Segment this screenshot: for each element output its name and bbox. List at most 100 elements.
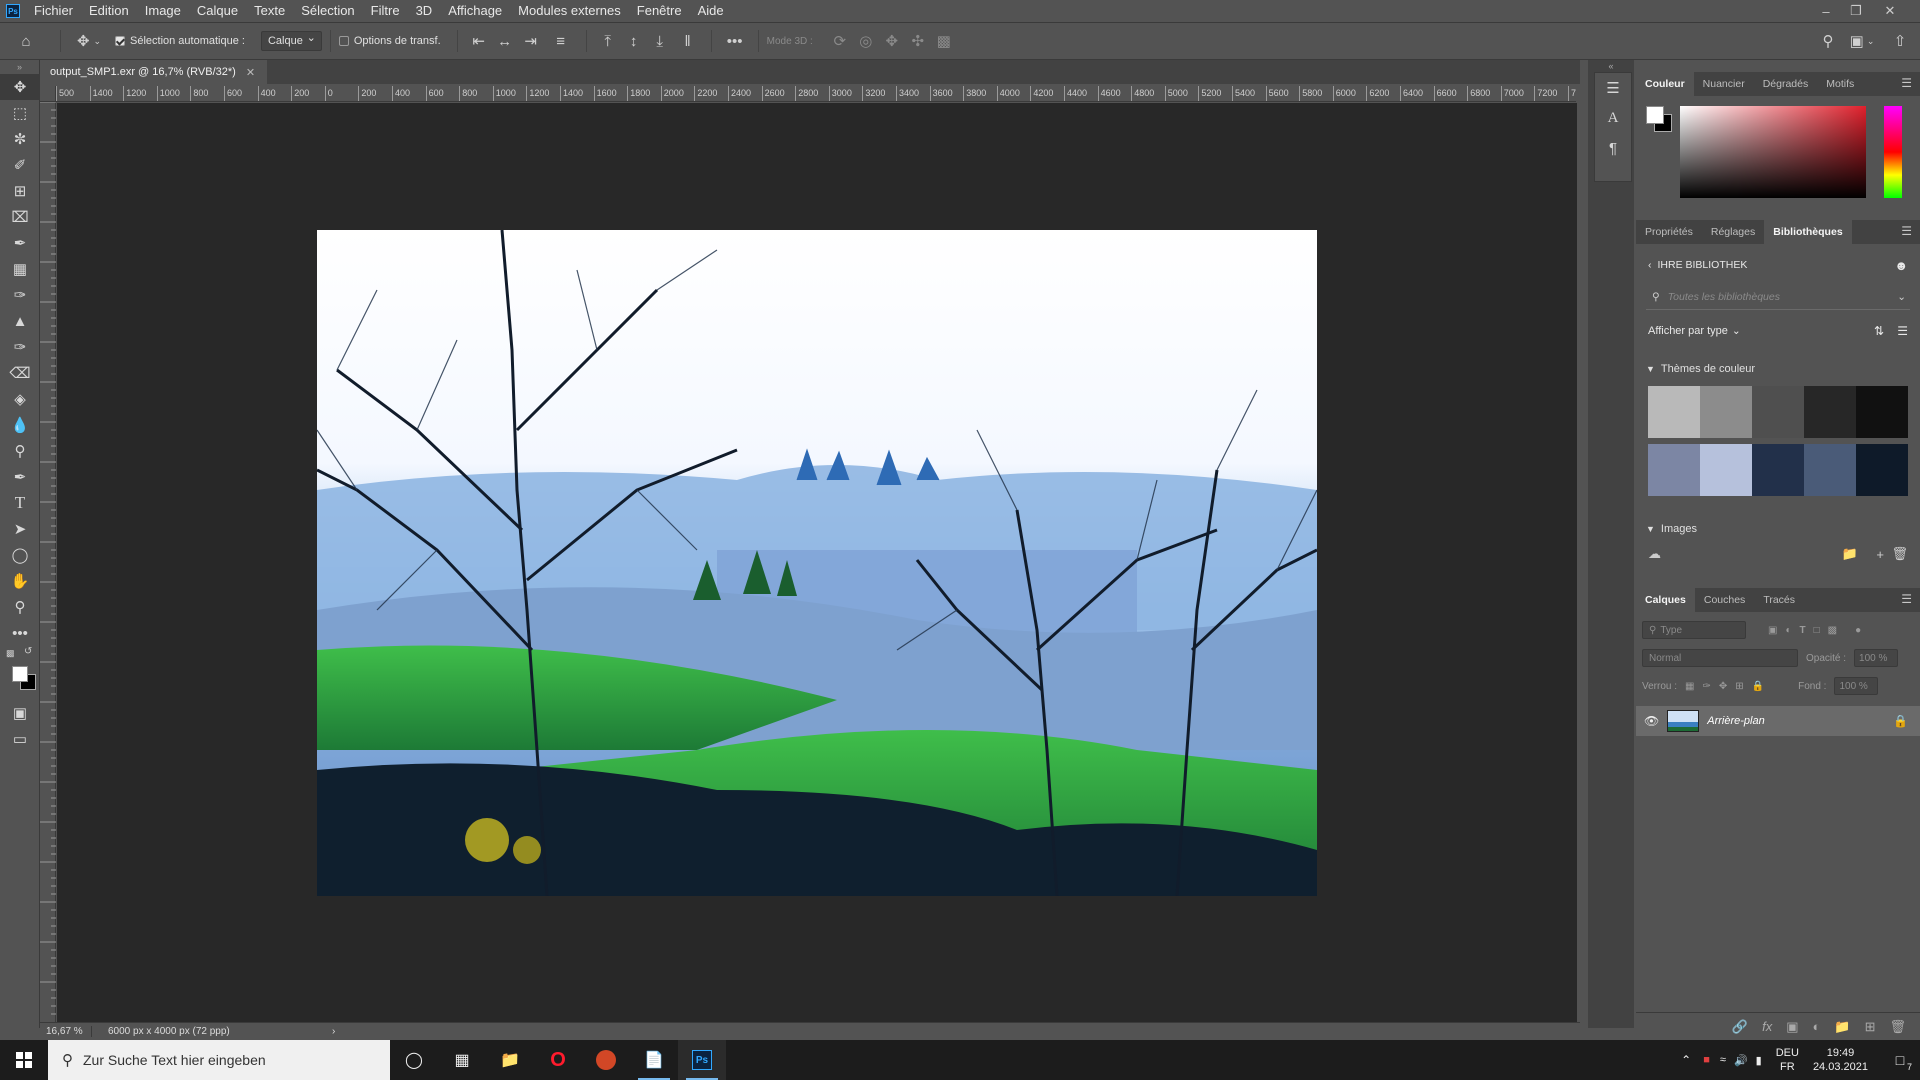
filter-pixel-icon[interactable]: ▣ [1768, 625, 1777, 636]
menu-selection[interactable]: Sélection [293, 0, 362, 22]
photoshop-taskbar-icon[interactable]: Ps [678, 1040, 726, 1080]
opacity-field[interactable]: 100 % [1854, 649, 1899, 667]
align-middle-v-icon[interactable]: ↕ [621, 28, 647, 54]
close-document-icon[interactable]: ✕ [246, 66, 255, 79]
align-bottom-icon[interactable]: ⤓ [647, 28, 673, 54]
align-left-icon[interactable]: ⇤ [466, 28, 492, 54]
hue-slider[interactable] [1884, 106, 1902, 198]
clone-stamp-tool-icon[interactable]: ▲ [0, 308, 40, 334]
notification-center-icon[interactable]: □ 7 [1880, 1040, 1920, 1080]
color-field[interactable] [1680, 106, 1866, 198]
images-header[interactable]: ▼ Images [1636, 516, 1920, 542]
auto-select-target-dropdown[interactable]: Calque [260, 29, 322, 51]
tab-nuancier[interactable]: Nuancier [1694, 72, 1754, 96]
minimize-icon[interactable]: – [1812, 0, 1840, 22]
filter-shape-icon[interactable]: □ [1814, 625, 1820, 636]
layer-filter-dropdown[interactable]: ⚲ Type [1642, 621, 1746, 639]
menu-image[interactable]: Image [137, 0, 189, 22]
panel-collapse-icon[interactable]: » [0, 60, 39, 74]
screen-mode-icon[interactable]: ▭ [0, 726, 40, 752]
type-tool-icon[interactable]: T [0, 490, 40, 516]
edit-toolbar-icon[interactable]: ••• [0, 620, 40, 646]
filter-toggle-icon[interactable]: ● [1855, 625, 1861, 636]
share-icon[interactable]: ⇧ [1888, 28, 1912, 54]
restore-icon[interactable]: ❐ [1842, 0, 1870, 22]
panel-menu-icon[interactable]: ☰ [1901, 76, 1912, 90]
quick-mask-icon[interactable]: ▣ [0, 700, 40, 726]
workspace-icon[interactable]: ▣ ⌄ [1846, 28, 1878, 54]
zoom-level[interactable]: 16,67 % [40, 1026, 92, 1037]
tab-couleur[interactable]: Couleur [1636, 72, 1694, 96]
library-search[interactable]: ⚲ Toutes les bibliothèques ⌄ [1646, 284, 1910, 310]
default-colors-icon[interactable]: ▩ [6, 648, 15, 659]
show-hidden-icons[interactable]: ⌃ [1681, 1053, 1691, 1067]
search-icon[interactable]: ⚲ [1816, 28, 1840, 54]
checkbox-checked-icon[interactable] [115, 36, 125, 46]
menu-modules-externes[interactable]: Modules externes [510, 0, 629, 22]
lock-position-icon[interactable]: ✥ [1719, 681, 1727, 692]
windows-start-icon[interactable] [0, 1040, 48, 1080]
character-panel-icon[interactable]: A [1595, 103, 1631, 133]
blend-mode-dropdown[interactable]: Normal [1642, 649, 1798, 667]
delete-layer-icon[interactable]: 🗑 [1889, 1019, 1906, 1035]
lock-transparency-icon[interactable]: ▦ [1685, 681, 1694, 692]
tab-motifs[interactable]: Motifs [1817, 72, 1863, 96]
clock[interactable]: 19:49 24.03.2021 [1813, 1046, 1868, 1074]
theme-swatch[interactable] [1856, 386, 1908, 438]
brush-tool-icon[interactable]: ✑ [0, 282, 40, 308]
move-tool-icon[interactable]: ✥ [0, 74, 40, 100]
status-menu-icon[interactable]: › [332, 1026, 335, 1037]
new-group-icon[interactable]: 📁 [1834, 1019, 1850, 1035]
tab-bibliotheques[interactable]: Bibliothèques [1764, 220, 1852, 244]
color-swatches[interactable]: ▩ ↺ [0, 646, 40, 700]
lasso-tool-icon[interactable]: ✼ [0, 126, 40, 152]
fx-icon[interactable]: fx [1762, 1019, 1772, 1034]
menu-calque[interactable]: Calque [189, 0, 246, 22]
theme-swatch[interactable] [1856, 444, 1908, 496]
sort-icon[interactable]: ⇅ [1874, 324, 1884, 338]
filter-smart-object-icon[interactable]: ▩ [1828, 625, 1837, 636]
quick-select-tool-icon[interactable]: ✐ [0, 152, 40, 178]
layer-row[interactable]: 👁 Arrière-plan 🔒 [1636, 706, 1920, 736]
theme-swatch[interactable] [1648, 444, 1700, 496]
auto-select-checkbox[interactable]: Sélection automatique : [115, 35, 245, 47]
panel-menu-icon[interactable]: ☰ [1901, 224, 1912, 238]
hand-tool-icon[interactable]: ✋ [0, 568, 40, 594]
task-view-icon[interactable]: ▦ [438, 1040, 486, 1080]
move-tool-preset-icon[interactable]: ✥ ⌄ [69, 28, 109, 54]
tab-proprietes[interactable]: Propriétés [1636, 220, 1702, 244]
theme-swatch[interactable] [1804, 444, 1856, 496]
crop-tool-icon[interactable]: ⊞ [0, 178, 40, 204]
tab-calques[interactable]: Calques [1636, 588, 1695, 612]
ellipse-tool-icon[interactable]: ◯ [0, 542, 40, 568]
panel-menu-icon[interactable]: ☰ [1901, 592, 1912, 606]
document-image[interactable] [317, 230, 1317, 896]
lock-paint-icon[interactable]: ✑ [1702, 681, 1710, 692]
volume-icon[interactable]: 🔊 [1734, 1054, 1748, 1067]
canvas-area[interactable] [57, 103, 1577, 1023]
trash-icon[interactable]: 🗑 [1891, 546, 1908, 562]
library-user-icon[interactable]: ☻ [1894, 258, 1908, 273]
cortana-icon[interactable]: ◯ [390, 1040, 438, 1080]
network-icon[interactable]: ≈ [1720, 1054, 1726, 1066]
more-options-icon[interactable]: ••• [720, 28, 750, 54]
tab-couches[interactable]: Couches [1695, 588, 1754, 612]
align-right-icon[interactable]: ⇥ [518, 28, 544, 54]
eyedropper-tool-icon[interactable]: ✒ [0, 230, 40, 256]
zoom-tool-icon[interactable]: ⚲ [0, 594, 40, 620]
history-panel-icon[interactable]: ☰ [1595, 73, 1631, 103]
foreground-color-swatch[interactable] [1646, 106, 1664, 124]
align-top-icon[interactable]: ⤒ [595, 28, 621, 54]
tab-degrades[interactable]: Dégradés [1754, 72, 1818, 96]
language-indicator[interactable]: DEU FR [1776, 1046, 1799, 1074]
chevron-down-icon[interactable]: ⌄ [1897, 291, 1906, 303]
checkbox-unchecked-icon[interactable] [338, 36, 349, 46]
eraser-tool-icon[interactable]: ⌫ [0, 360, 40, 386]
paint-bucket-tool-icon[interactable]: ◈ [0, 386, 40, 412]
eye-icon[interactable]: 👁 [1644, 714, 1659, 728]
frame-tool-icon[interactable]: ⌧ [0, 204, 40, 230]
theme-swatch[interactable] [1804, 386, 1856, 438]
battery-icon[interactable]: ▮ [1756, 1054, 1762, 1067]
document-tab[interactable]: output_SMP1.exr @ 16,7% (RVB/32*) ✕ [40, 60, 268, 84]
menu-fichier[interactable]: Fichier [26, 0, 81, 22]
